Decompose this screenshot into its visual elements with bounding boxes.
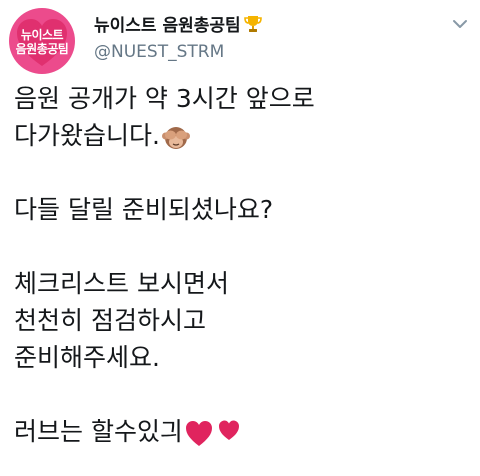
tweet-line: 러브는 할수있긔 xyxy=(14,413,474,450)
tweet-line: 음원 공개가 약 3시간 앞으로 xyxy=(14,84,315,113)
tweet-text: 음원 공개가 약 3시간 앞으로 다가왔습니다. 다들 달릴 준비되셨나요? 체… xyxy=(14,80,474,450)
tweet-line: 체크리스트 보시면서 xyxy=(14,269,229,298)
tweet-header: 뉴이스트 음원총공팀 뉴이스트 음원총공팀 @NUEST_STRM xyxy=(0,0,480,80)
display-name[interactable]: 뉴이스트 음원총공팀 xyxy=(94,11,241,36)
tweet-line: 준비해주세요. xyxy=(14,343,160,372)
user-handle[interactable]: @NUEST_STRM xyxy=(94,42,224,62)
two-hearts-icon xyxy=(185,420,239,446)
chevron-down-icon[interactable] xyxy=(452,18,468,30)
avatar-text-line2: 음원총공팀 xyxy=(15,42,69,56)
tweet-line: 다가왔습니다. xyxy=(14,117,474,154)
tweet-line: 다들 달릴 준비되셨나요? xyxy=(14,195,274,224)
avatar-text-line1: 뉴이스트 xyxy=(20,28,64,42)
trophy-icon xyxy=(243,15,262,32)
avatar[interactable]: 뉴이스트 음원총공팀 xyxy=(9,8,75,74)
tweet-line-text: 다가왔습니다. xyxy=(14,121,160,150)
see-no-evil-monkey-icon xyxy=(161,127,190,149)
name-row: 뉴이스트 음원총공팀 xyxy=(94,11,263,36)
tweet-line: 천천히 점검하시고 xyxy=(14,306,206,335)
tweet-line-text: 러브는 할수있긔 xyxy=(14,417,183,446)
